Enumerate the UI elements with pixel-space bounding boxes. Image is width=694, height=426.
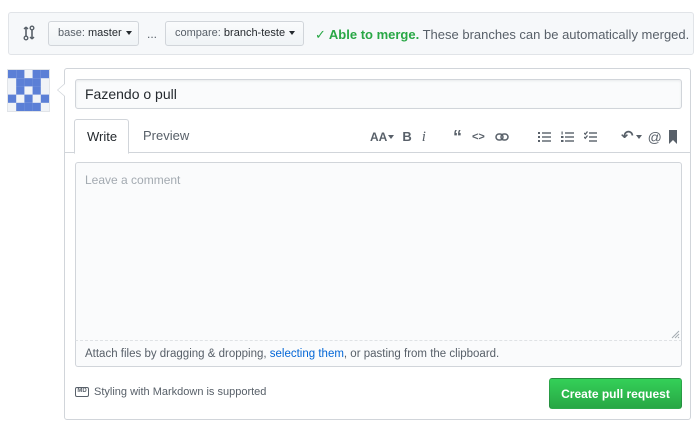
code-icon[interactable]: <> bbox=[472, 129, 485, 145]
base-prefix: base: bbox=[58, 27, 85, 39]
compare-branch-name: branch-teste bbox=[223, 27, 286, 39]
quote-icon[interactable]: “ bbox=[453, 128, 462, 146]
toolbar-extra-group: ↶ @ bbox=[621, 129, 688, 145]
select-files-link[interactable]: selecting them bbox=[270, 348, 344, 360]
chevron-down-icon bbox=[289, 31, 296, 36]
avatar[interactable] bbox=[7, 69, 50, 112]
text-size-icon[interactable]: AA bbox=[370, 129, 387, 145]
toolbar-insert-group: “ <> bbox=[453, 128, 519, 146]
compare-bar: base: master ... compare: branch-teste ✓… bbox=[8, 12, 694, 55]
base-branch-button[interactable]: base: master bbox=[48, 21, 139, 46]
file-attach-bar[interactable]: Attach files by dragging & dropping, sel… bbox=[75, 341, 682, 367]
mention-icon[interactable]: @ bbox=[648, 129, 662, 145]
compare-prefix: compare: bbox=[175, 27, 221, 39]
toolbar-text-group: AA B i bbox=[370, 129, 436, 145]
bold-icon[interactable]: B bbox=[402, 129, 411, 145]
resize-handle-icon[interactable] bbox=[670, 329, 680, 339]
italic-icon[interactable]: i bbox=[422, 129, 426, 145]
bookmark-icon[interactable] bbox=[668, 130, 678, 144]
merge-ok-label: Able to merge. bbox=[328, 27, 420, 42]
toolbar-list-group bbox=[538, 129, 607, 145]
markdown-icon: MD bbox=[75, 387, 89, 397]
git-compare-icon bbox=[23, 25, 35, 41]
compare-branch-button[interactable]: compare: branch-teste bbox=[165, 21, 304, 46]
create-pull-request-button[interactable]: Create pull request bbox=[549, 378, 682, 409]
chevron-down-icon bbox=[125, 31, 132, 36]
bullet-list-icon[interactable] bbox=[538, 131, 551, 143]
identicon-icon bbox=[8, 70, 49, 111]
link-icon[interactable] bbox=[495, 131, 509, 143]
task-list-icon[interactable] bbox=[584, 131, 597, 143]
tab-write[interactable]: Write bbox=[74, 119, 129, 154]
tab-preview[interactable]: Preview bbox=[131, 119, 201, 153]
chevron-down-icon bbox=[388, 135, 395, 139]
title-input[interactable] bbox=[75, 79, 682, 109]
markdown-note: MD Styling with Markdown is supported bbox=[75, 386, 266, 398]
markdown-note-label[interactable]: Styling with Markdown is supported bbox=[94, 386, 266, 398]
reply-icon[interactable]: ↶ bbox=[621, 129, 634, 145]
check-icon: ✓ bbox=[315, 27, 326, 42]
numbered-list-icon[interactable] bbox=[561, 131, 574, 143]
comment-textarea[interactable] bbox=[75, 162, 682, 341]
branch-ellipsis: ... bbox=[147, 27, 158, 41]
merge-status: ✓ Able to merge. These branches can be au… bbox=[315, 27, 689, 43]
base-branch-name: master bbox=[87, 27, 122, 39]
attach-text-prefix: Attach files by dragging & dropping, bbox=[85, 348, 270, 360]
attach-text-suffix: , or pasting from the clipboard. bbox=[343, 348, 500, 360]
merge-message: These branches can be automatically merg… bbox=[422, 27, 690, 42]
pull-request-form: Write Preview AA B i “ <> ↶ bbox=[57, 68, 691, 420]
chevron-down-icon bbox=[635, 135, 642, 139]
